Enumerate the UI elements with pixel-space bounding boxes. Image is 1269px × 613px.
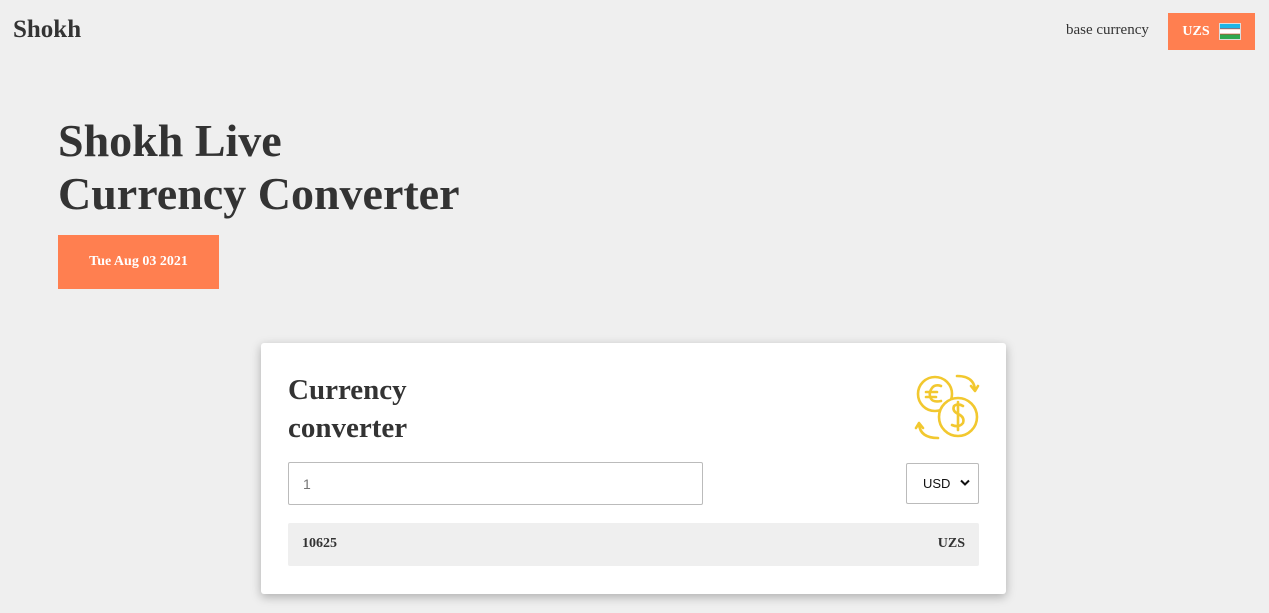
uzbekistan-flag-icon [1218,23,1241,40]
converter-title: Currency converter [288,371,407,447]
result-currency: UZS [937,536,965,551]
chevron-down-icon [960,479,970,486]
converter-card: Currency converter USD 10625 UZS [261,343,1006,594]
currency-select[interactable]: USD [906,463,979,504]
result-value: 10625 [302,536,337,551]
amount-input[interactable] [288,462,703,505]
page-title-line1: Shokh Live [58,115,282,166]
currency-select-value: USD [923,476,951,491]
page-title-line2: Currency Converter [58,168,460,219]
page-title: Shokh Live Currency Converter [58,114,460,220]
base-currency-code: UZS [1182,23,1210,39]
app-logo[interactable]: Shokh [13,16,81,44]
base-currency-label: base currency [1066,22,1149,38]
converter-title-line1: Currency [288,374,407,406]
currency-exchange-icon [914,374,980,440]
converter-title-line2: converter [288,412,408,444]
conversion-result: 10625 UZS [288,523,979,566]
base-currency-button[interactable]: UZS [1168,13,1255,50]
date-badge: Tue Aug 03 2021 [58,235,219,289]
